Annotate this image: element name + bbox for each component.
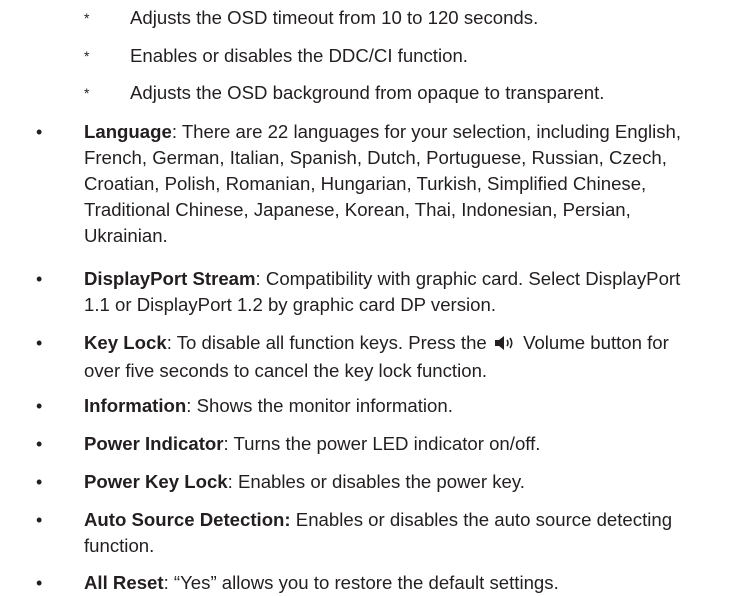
bullet-marker: • — [36, 269, 43, 289]
bullet-marker: • — [36, 510, 43, 530]
item-line: over five seconds to cancel the key lock… — [84, 360, 488, 381]
sub-item-text: Adjusts the OSD timeout from 10 to 120 s… — [130, 7, 539, 28]
item-line: Traditional Chinese, Japanese, Korean, T… — [84, 199, 631, 220]
item-line: Ukrainian. — [84, 225, 168, 246]
item-text: There are 22 languages for your selectio… — [176, 121, 682, 142]
item-line: Croatian, Polish, Romanian, Hungarian, T… — [84, 173, 647, 194]
item-term: All Reset — [84, 572, 164, 593]
item-term: Power Key Lock — [84, 471, 228, 492]
list-item-power-key-lock: • Power Key Lock: Enables or disables th… — [36, 469, 748, 495]
item-line: Key Lock: To disable all function keys. … — [84, 330, 748, 358]
item-term: Information — [84, 395, 187, 416]
list-item-displayport-stream: • DisplayPort Stream: Compatibility with… — [36, 266, 748, 318]
item-line: Auto Source Detection: Enables or disabl… — [84, 507, 748, 533]
sub-item-text: Adjusts the OSD background from opaque t… — [130, 82, 605, 103]
list-item-all-reset: • All Reset: “Yes” allows you to restore… — [36, 570, 748, 596]
item-text: Enables or disables the auto source dete… — [290, 509, 673, 530]
item-text: “Yes” allows you to restore the default … — [168, 572, 559, 593]
bullet-marker: • — [36, 573, 43, 593]
item-line: Language: There are 22 languages for you… — [84, 119, 748, 145]
list-item-power-indicator: • Power Indicator: Turns the power LED i… — [36, 431, 748, 457]
item-term: DisplayPort Stream — [84, 268, 256, 289]
item-text: Volume button for — [517, 332, 669, 353]
item-term: Language — [84, 121, 172, 142]
item-term: Auto Source Detection: — [84, 509, 291, 530]
list-item-key-lock: • Key Lock: To disable all function keys… — [36, 330, 748, 384]
item-line: All Reset: “Yes” allows you to restore t… — [84, 570, 748, 596]
asterisk-marker: * — [84, 85, 90, 101]
item-text: Enables or disables the power key. — [232, 471, 525, 492]
item-term: Key Lock — [84, 332, 167, 353]
bullet-marker: • — [36, 122, 43, 142]
list-item-auto-source-detection: • Auto Source Detection: Enables or disa… — [36, 507, 748, 559]
item-line: function. — [84, 535, 155, 556]
asterisk-marker: * — [84, 10, 90, 26]
item-line: French, German, Italian, Spanish, Dutch,… — [84, 147, 667, 168]
bullet-marker: • — [36, 396, 43, 416]
list-item-language: • Language: There are 22 languages for y… — [36, 119, 748, 249]
item-text: Compatibility with graphic card. Select … — [260, 268, 681, 289]
bullet-marker: • — [36, 434, 43, 454]
item-text: Shows the monitor information. — [191, 395, 453, 416]
item-line: DisplayPort Stream: Compatibility with g… — [84, 266, 748, 292]
asterisk-marker: * — [84, 48, 90, 64]
item-line: Power Key Lock: Enables or disables the … — [84, 469, 748, 495]
item-line: Power Indicator: Turns the power LED ind… — [84, 431, 748, 457]
bullet-marker: • — [36, 472, 43, 492]
bullet-marker: • — [36, 333, 43, 353]
item-text: To disable all function keys. Press the — [171, 332, 492, 353]
item-text: Turns the power LED indicator on/off. — [228, 433, 541, 454]
item-term: Power Indicator — [84, 433, 224, 454]
sub-item-text: Enables or disables the DDC/CI function. — [130, 45, 468, 66]
list-item-information: • Information: Shows the monitor informa… — [36, 393, 748, 419]
speaker-volume-icon — [494, 332, 516, 358]
item-line: 1.1 or DisplayPort 1.2 by graphic card D… — [84, 294, 497, 315]
item-line: Information: Shows the monitor informati… — [84, 393, 748, 419]
